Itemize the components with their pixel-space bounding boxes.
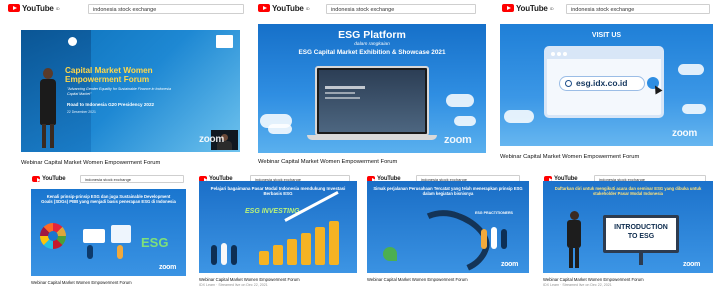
people-illustration (477, 225, 517, 251)
youtube-play-icon (502, 4, 514, 12)
slide-heading: Kenali prinsip-prinsip ESG dan juga Sust… (41, 194, 176, 205)
cloud-shape (446, 94, 474, 107)
youtube-logo[interactable]: YouTube (32, 176, 66, 182)
url-bar: esg.idx.co.id (559, 76, 645, 91)
board-stand (639, 253, 643, 265)
zoom-watermark: zoom (672, 128, 697, 139)
search-input[interactable]: indonesia stock exchange (80, 175, 184, 183)
video-player-6[interactable]: Simak perjalanan Perusahaan Tercatat yan… (367, 181, 529, 273)
laptop-screen (315, 66, 429, 136)
youtube-header: YouTube ID indonesia stock exchange (494, 0, 719, 16)
coin-stack (287, 239, 297, 265)
video-player-1[interactable]: Capital Market Women Empowerment Forum "… (21, 30, 240, 152)
video-title[interactable]: Webinar Capital Market Women Empowerment… (199, 277, 300, 282)
visit-url: esg.idx.co.id (576, 78, 628, 88)
laptop-base (307, 135, 437, 140)
slide-heading: Capital Market Women Empowerment Forum (65, 66, 153, 84)
youtube-wordmark: YouTube (516, 3, 548, 13)
youtube-wordmark: YouTube (22, 3, 54, 13)
video-meta: IDX Learn · Streamed live on Dec 22, 202… (543, 283, 612, 287)
g20-logo (216, 35, 233, 48)
youtube-play-icon (258, 4, 270, 12)
video-player-2[interactable]: ESG Platform dalam rangkaian ESG Capital… (258, 24, 486, 153)
youtube-region: ID (305, 5, 310, 11)
zoom-watermark: zoom (199, 134, 224, 145)
video-panel-1: YouTube ID indonesia stock exchange Capi… (0, 0, 250, 175)
plant-icon (383, 247, 397, 261)
video-meta: IDX Learn · Streamed live on Dec 22, 202… (199, 283, 268, 287)
youtube-header: YouTube ID indonesia stock exchange (0, 0, 250, 16)
youtube-region: ID (55, 5, 60, 11)
slide-event: ESG Capital Market Exhibition & Showcase… (298, 49, 446, 56)
slide-tagline: "Advancing Gender Equality for Sustainab… (67, 87, 171, 96)
video-panel-2: YouTube ID indonesia stock exchange ESG … (250, 0, 494, 175)
youtube-header: YouTube ID indonesia stock exchange (250, 0, 494, 16)
coin-stack (329, 221, 339, 265)
cloud-shape (268, 124, 292, 134)
youtube-wordmark: YouTube (272, 3, 304, 13)
search-input[interactable]: indonesia stock exchange (326, 4, 476, 14)
video-title[interactable]: Webinar Capital Market Women Empowerment… (367, 277, 468, 282)
slide-heading: ESG Platform (338, 29, 406, 41)
presenter-figure (563, 211, 585, 269)
search-input[interactable]: indonesia stock exchange (88, 4, 244, 14)
video-title[interactable]: Webinar Capital Market Women Empowerment… (31, 280, 132, 285)
cloud-shape (504, 110, 534, 123)
youtube-header: YouTube indonesia stock exchange (0, 173, 196, 185)
slide-event: Road to Indonesia G20 Presidency 2022 (67, 102, 155, 107)
video-panel-6: YouTube indonesia stock exchange Simak p… (364, 173, 534, 289)
browser-window: esg.idx.co.id (544, 46, 664, 118)
intro-board-text: INTRODUCTION TO ESG (614, 224, 668, 240)
zoom-watermark: zoom (683, 261, 701, 268)
zoom-watermark: zoom (159, 264, 177, 271)
youtube-play-icon (32, 176, 41, 182)
youtube-logo[interactable]: YouTube ID (258, 4, 310, 13)
search-input[interactable]: indonesia stock exchange (566, 4, 710, 14)
youtube-logo[interactable]: YouTube ID (502, 4, 554, 13)
forum-logo (68, 37, 77, 46)
youtube-wordmark: YouTube (42, 176, 66, 182)
video-panel-5: YouTube indonesia stock exchange Pelajar… (196, 173, 364, 289)
woman-speaker-figure (38, 68, 58, 150)
video-panel-4: YouTube indonesia stock exchange Kenali … (0, 173, 196, 289)
coin-stack (273, 245, 283, 265)
coin-stack (315, 227, 325, 265)
zoom-watermark: zoom (501, 261, 519, 268)
video-title[interactable]: Webinar Capital Market Women Empowerment… (543, 277, 644, 282)
video-player-5[interactable]: Pelajari bagaimana Pasar Modal Indonesia… (199, 181, 357, 273)
cursor-icon (651, 83, 663, 95)
esg-practitioners-label: ESG PRACTITIONERS (475, 211, 513, 215)
video-player-3[interactable]: VISIT US esg.idx.co.id zoom (500, 24, 713, 146)
coin-stack (301, 233, 311, 265)
video-panel-3: YouTube ID indonesia stock exchange VISI… (494, 0, 719, 175)
search-icon (565, 80, 572, 87)
esg-badge: ESG (141, 235, 169, 250)
slide-subheading: dalam rangkaian (354, 42, 390, 47)
youtube-play-icon (8, 4, 20, 12)
video-title[interactable]: Webinar Capital Market Women Empowerment… (500, 154, 639, 160)
intro-board: INTRODUCTION TO ESG (603, 215, 679, 253)
sdg-wheel-center (48, 231, 58, 241)
slide-date: 22 Desember 2021 (67, 110, 96, 114)
video-title[interactable]: Webinar Capital Market Women Empowerment… (21, 160, 160, 166)
video-panel-7: YouTube indonesia stock exchange Daftark… (534, 173, 719, 289)
video-player-4[interactable]: Kenali prinsip-prinsip ESG dan juga Sust… (31, 189, 186, 276)
video-player-7[interactable]: Daftarkan diri untuk mengikuti acara dan… (543, 181, 713, 273)
zoom-watermark: zoom (444, 134, 472, 146)
youtube-logo[interactable]: YouTube ID (8, 4, 60, 13)
coin-stack (259, 251, 269, 265)
cloud-shape (682, 104, 706, 114)
slide-heading: Simak perjalanan Perusahaan Tercatat yan… (373, 186, 523, 197)
slide-heading: VISIT US (591, 32, 622, 39)
cloud-shape (454, 116, 476, 126)
people-illustration (207, 239, 247, 267)
youtube-region: ID (549, 5, 554, 11)
video-title[interactable]: Webinar Capital Market Women Empowerment… (258, 159, 397, 165)
cloud-shape (678, 64, 704, 75)
slide-heading: Daftarkan diri untuk mengikuti acara dan… (554, 186, 702, 197)
people-illustration (77, 225, 137, 259)
